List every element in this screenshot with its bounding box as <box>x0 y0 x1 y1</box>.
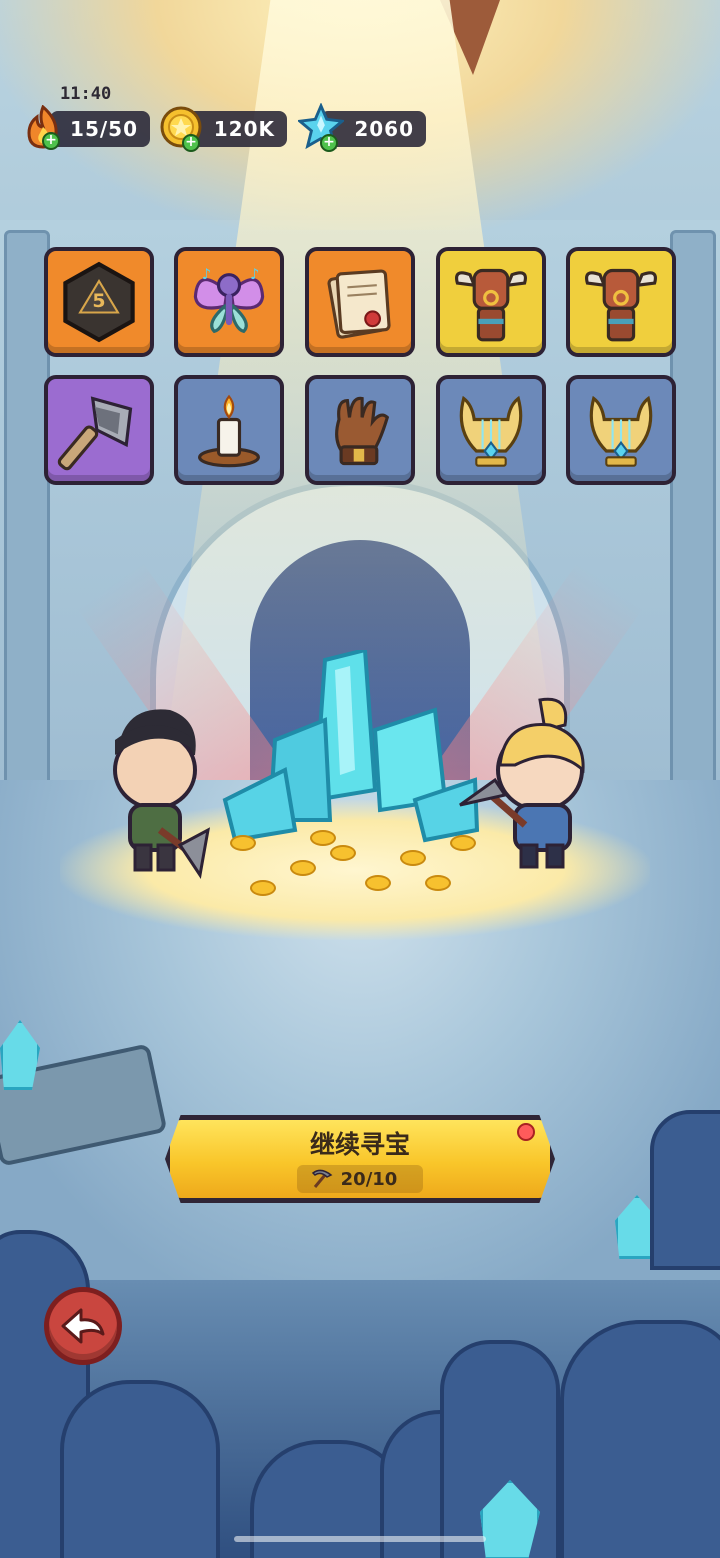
scroll-letter-icon <box>327 269 391 339</box>
blue-crystal-icon: + <box>298 103 344 152</box>
right-pillar <box>670 230 716 790</box>
item-slot-totem-2[interactable] <box>566 247 676 357</box>
gold-coin <box>400 850 426 866</box>
golden-lyre-icon <box>589 395 653 467</box>
bull-totem-icon <box>585 268 657 342</box>
item-slot-axe[interactable] <box>44 375 154 485</box>
notification-dot <box>517 1123 535 1141</box>
energy-value: 15/50 <box>70 117 138 141</box>
continue-treasure-hunt-button[interactable]: 继续寻宝 20/10 <box>165 1115 555 1203</box>
gem-value: 2060 <box>354 117 414 141</box>
svg-text:5: 5 <box>92 290 105 312</box>
battle-axe-icon <box>57 396 133 471</box>
coin-value: 120K <box>213 117 275 141</box>
item-slot-dice[interactable]: 5 <box>44 247 154 357</box>
item-slot-candle[interactable] <box>174 375 284 485</box>
item-slot-glove[interactable] <box>305 375 415 485</box>
add-energy-icon[interactable]: + <box>42 132 60 150</box>
gold-coin <box>290 860 316 876</box>
item-slot-lyre-2[interactable] <box>566 375 676 485</box>
status-time: 11:40 <box>60 84 112 104</box>
home-indicator[interactable] <box>234 1536 486 1542</box>
gold-coin <box>365 875 391 891</box>
pickaxe-icon <box>311 1169 333 1188</box>
back-arrow-icon <box>61 1308 105 1344</box>
foreground-rock <box>60 1380 220 1558</box>
item-slot-totem[interactable] <box>436 247 546 357</box>
leather-glove-icon <box>335 396 390 466</box>
svg-text:♪: ♪ <box>202 266 211 283</box>
item-slot-fairy[interactable]: ♪ ♪ <box>174 247 284 357</box>
back-button[interactable] <box>44 1287 122 1365</box>
big-crystal-cluster <box>222 650 480 843</box>
bull-totem-icon <box>455 268 527 342</box>
gold-coin <box>230 835 256 851</box>
gold-coin <box>250 880 276 896</box>
gold-coin <box>330 845 356 861</box>
add-coins-icon[interactable]: + <box>182 134 200 152</box>
foreground-rock <box>650 1110 720 1270</box>
add-gems-icon[interactable]: + <box>320 134 338 152</box>
flame-icon: + <box>20 104 66 150</box>
music-fairy-icon: ♪ ♪ <box>193 266 265 334</box>
dig-cost: 20/10 <box>296 1165 424 1193</box>
gold-coin <box>425 875 451 891</box>
continue-treasure-hunt-label: 继续寻宝 <box>309 1130 410 1159</box>
gold-coin <box>310 830 336 846</box>
dig-cost-value: 20/10 <box>340 1168 398 1190</box>
miner-character-left <box>113 709 210 879</box>
svg-text:♪: ♪ <box>250 266 259 283</box>
miner-character-right <box>459 697 585 869</box>
gold-coin-icon: + <box>158 104 204 152</box>
d20-dice-icon: 5 <box>63 261 135 343</box>
item-slot-scroll[interactable] <box>305 247 415 357</box>
foreground-rock <box>560 1320 720 1558</box>
candle-icon <box>198 394 260 468</box>
golden-lyre-icon <box>459 395 523 467</box>
item-slot-lyre[interactable] <box>436 375 546 485</box>
